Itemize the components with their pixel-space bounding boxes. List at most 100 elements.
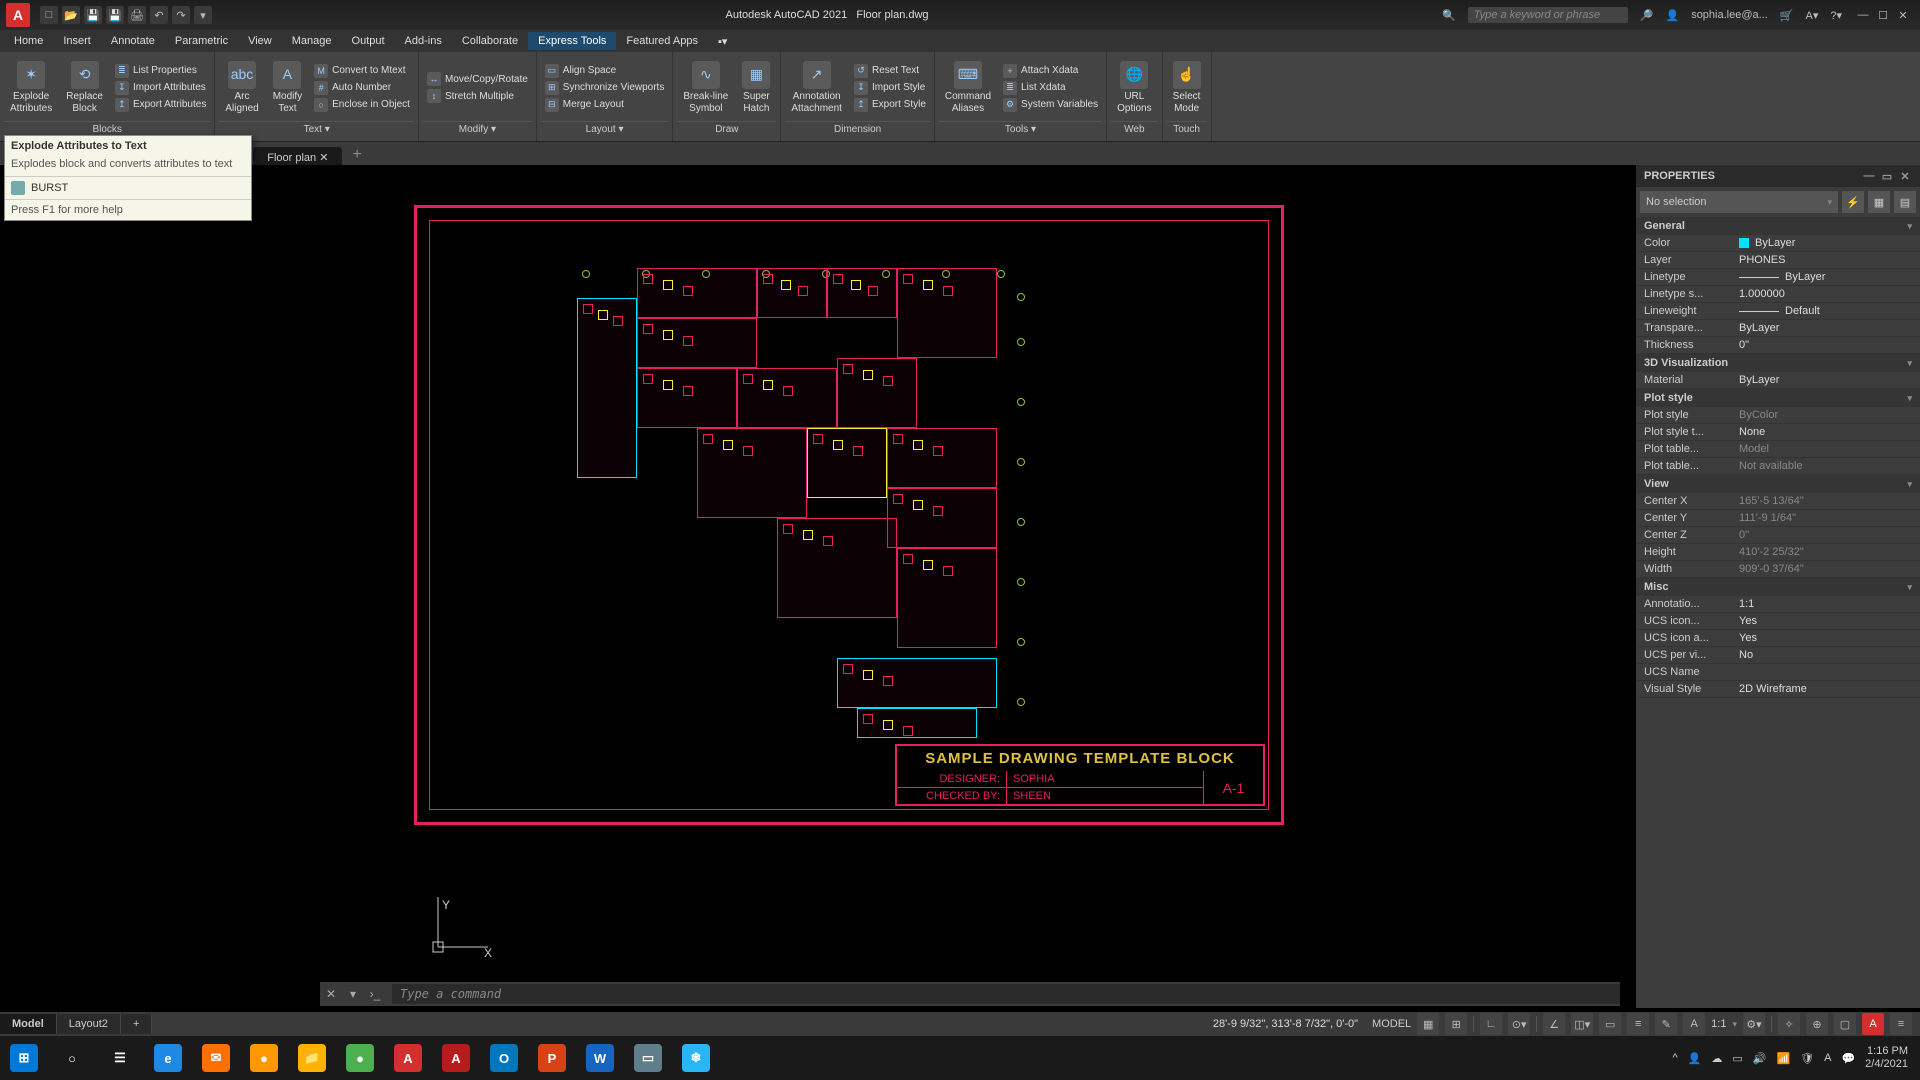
ribbon-btn-align-space[interactable]: ▭Align Space bbox=[541, 63, 669, 79]
taskbar-app-9[interactable]: A bbox=[432, 1036, 480, 1080]
properties-minimize-icon[interactable]: — bbox=[1862, 169, 1876, 183]
ribbon-btn-list-properties[interactable]: ≣List Properties bbox=[111, 63, 210, 79]
command-input[interactable]: Type a command bbox=[392, 984, 1620, 1004]
app-launcher-icon[interactable]: A▾ bbox=[1806, 9, 1819, 22]
taskbar-app-8[interactable]: A bbox=[384, 1036, 432, 1080]
ribbon-btn-modify[interactable]: AModifyText bbox=[267, 59, 308, 117]
taskbar-app-5[interactable]: ● bbox=[240, 1036, 288, 1080]
ribbon-btn-super[interactable]: ▦SuperHatch bbox=[736, 59, 776, 117]
menu-featured-apps[interactable]: Featured Apps bbox=[616, 32, 708, 50]
menu-express-tools[interactable]: Express Tools bbox=[528, 32, 616, 50]
ribbon-btn-explode[interactable]: ✶ExplodeAttributes bbox=[4, 59, 58, 117]
properties-selection-dropdown[interactable]: No selection▾ bbox=[1640, 191, 1838, 213]
prop-row-ucs-icon-a-[interactable]: UCS icon a...Yes bbox=[1636, 630, 1920, 647]
status-anno-icon[interactable]: ✎ bbox=[1655, 1013, 1677, 1035]
prop-row-plot-style-t-[interactable]: Plot style t...None bbox=[1636, 424, 1920, 441]
tray-lang-icon[interactable]: A bbox=[1824, 1052, 1831, 1064]
taskbar-app-7[interactable]: ● bbox=[336, 1036, 384, 1080]
ribbon-btn-list-xdata[interactable]: ≣List Xdata bbox=[999, 80, 1102, 96]
menu-dropdown-icon[interactable]: ▪▾ bbox=[708, 32, 737, 51]
prop-group-general[interactable]: General▾ bbox=[1636, 217, 1920, 235]
ribbon-btn-annotation[interactable]: ↗AnnotationAttachment bbox=[785, 59, 848, 117]
ribbon-btn-arc[interactable]: abcArcAligned bbox=[219, 59, 264, 117]
status-osnap-icon[interactable]: ∠ bbox=[1543, 1013, 1565, 1035]
qat-save-icon[interactable]: 💾 bbox=[84, 6, 102, 24]
command-recent-icon[interactable]: ▾ bbox=[342, 983, 364, 1005]
qat-saveas-icon[interactable]: 💾 bbox=[106, 6, 124, 24]
tray-battery-icon[interactable]: ▭ bbox=[1732, 1052, 1742, 1065]
tray-wifi-icon[interactable]: 📶 bbox=[1776, 1052, 1790, 1065]
ribbon-btn-stretch-multiple[interactable]: ↕Stretch Multiple bbox=[423, 88, 532, 104]
prop-row-center-z[interactable]: Center Z0" bbox=[1636, 527, 1920, 544]
prop-row-center-y[interactable]: Center Y111'-9 1/64" bbox=[1636, 510, 1920, 527]
status-menu-icon[interactable]: ≡ bbox=[1890, 1013, 1912, 1035]
taskbar-app-0[interactable]: ⊞ bbox=[0, 1036, 48, 1080]
qat-open-icon[interactable]: 📂 bbox=[62, 6, 80, 24]
properties-close-icon[interactable]: ✕ bbox=[1898, 169, 1912, 183]
ribbon-btn-attach-xdata[interactable]: +Attach Xdata bbox=[999, 63, 1102, 79]
status-scale[interactable]: 1:1 bbox=[1711, 1018, 1726, 1030]
drawing-canvas[interactable]: SAMPLE DRAWING TEMPLATE BLOCK DESIGNER: … bbox=[234, 165, 1632, 1008]
prop-row-plot-table-[interactable]: Plot table...Not available bbox=[1636, 458, 1920, 475]
prop-row-layer[interactable]: LayerPHONES bbox=[1636, 252, 1920, 269]
status-clean-icon[interactable]: ▢ bbox=[1834, 1013, 1856, 1035]
prop-row-visual-style[interactable]: Visual Style2D Wireframe bbox=[1636, 681, 1920, 698]
properties-quickselect-icon[interactable]: ⚡ bbox=[1842, 191, 1864, 213]
ribbon-btn-merge-layout[interactable]: ⊟Merge Layout bbox=[541, 97, 669, 113]
prop-row-ucs-name[interactable]: UCS Name bbox=[1636, 664, 1920, 681]
ribbon-btn-command[interactable]: ⌨CommandAliases bbox=[939, 59, 997, 117]
help-icon[interactable]: ?▾ bbox=[1830, 9, 1842, 22]
menu-annotate[interactable]: Annotate bbox=[101, 32, 165, 50]
qat-undo-icon[interactable]: ↶ bbox=[150, 6, 168, 24]
ribbon-btn-system-variables[interactable]: ⚙System Variables bbox=[999, 97, 1102, 113]
ribbon-btn-move-copy-rotate[interactable]: ↔Move/Copy/Rotate bbox=[423, 71, 532, 87]
status-otrack-icon[interactable]: ◫▾ bbox=[1571, 1013, 1593, 1035]
search-icon[interactable]: 🔍 bbox=[1442, 9, 1456, 22]
command-close-icon[interactable]: ✕ bbox=[320, 983, 342, 1005]
ribbon-btn-synchronize-viewports[interactable]: ⊞Synchronize Viewports bbox=[541, 80, 669, 96]
prop-row-plot-table-[interactable]: Plot table...Model bbox=[1636, 441, 1920, 458]
prop-group-3d-visualization[interactable]: 3D Visualization▾ bbox=[1636, 354, 1920, 372]
qat-new-icon[interactable]: □ bbox=[40, 6, 58, 24]
status-grid-icon[interactable]: ▦ bbox=[1417, 1013, 1439, 1035]
status-hardware-icon[interactable]: ⊕ bbox=[1806, 1013, 1828, 1035]
status-autoscale-icon[interactable]: A bbox=[1683, 1013, 1705, 1035]
tray-people-icon[interactable]: 👤 bbox=[1688, 1052, 1702, 1065]
status-dyn-icon[interactable]: ▭ bbox=[1599, 1013, 1621, 1035]
search-go-icon[interactable]: 🔎 bbox=[1640, 9, 1654, 22]
tray-onedrive-icon[interactable]: ☁ bbox=[1711, 1052, 1722, 1065]
ribbon-btn-export-style[interactable]: ↥Export Style bbox=[850, 97, 930, 113]
menu-collaborate[interactable]: Collaborate bbox=[452, 32, 528, 50]
taskbar-app-3[interactable]: e bbox=[144, 1036, 192, 1080]
prop-row-ucs-icon-[interactable]: UCS icon...Yes bbox=[1636, 613, 1920, 630]
properties-pickpit-icon[interactable]: ▤ bbox=[1894, 191, 1916, 213]
tray-security-icon[interactable]: 🛡 bbox=[1800, 1052, 1814, 1065]
prop-row-transpare-[interactable]: Transpare...ByLayer bbox=[1636, 320, 1920, 337]
add-layout-tab[interactable]: + bbox=[121, 1014, 152, 1034]
status-ortho-icon[interactable]: ∟ bbox=[1480, 1013, 1502, 1035]
ribbon-btn-export-attributes[interactable]: ↥Export Attributes bbox=[111, 97, 210, 113]
tray-up-icon[interactable]: ^ bbox=[1672, 1052, 1677, 1064]
status-gear-icon[interactable]: ⚙▾ bbox=[1743, 1013, 1765, 1035]
close-button[interactable]: ✕ bbox=[1894, 7, 1912, 23]
layout-tab-layout2[interactable]: Layout2 bbox=[57, 1014, 121, 1034]
qat-redo-icon[interactable]: ↷ bbox=[172, 6, 190, 24]
menu-view[interactable]: View bbox=[238, 32, 282, 50]
status-custom-icon[interactable]: A bbox=[1862, 1013, 1884, 1035]
tray-notif-icon[interactable]: 💬 bbox=[1841, 1052, 1855, 1065]
search-input[interactable]: Type a keyword or phrase bbox=[1468, 7, 1628, 23]
status-lwt-icon[interactable]: ≡ bbox=[1627, 1013, 1649, 1035]
ribbon-btn-convert-to-mtext[interactable]: MConvert to Mtext bbox=[310, 63, 414, 79]
ribbon-btn-import-style[interactable]: ↧Import Style bbox=[850, 80, 930, 96]
prop-group-plot-style[interactable]: Plot style▾ bbox=[1636, 389, 1920, 407]
prop-row-thickness[interactable]: Thickness0" bbox=[1636, 337, 1920, 354]
ribbon-btn-select[interactable]: ☝SelectMode bbox=[1167, 59, 1207, 117]
taskbar-app-12[interactable]: W bbox=[576, 1036, 624, 1080]
layout-tab-model[interactable]: Model bbox=[0, 1014, 57, 1034]
menu-manage[interactable]: Manage bbox=[282, 32, 342, 50]
ribbon-btn-replace[interactable]: ⟲ReplaceBlock bbox=[60, 59, 109, 117]
prop-row-plot-style[interactable]: Plot styleByColor bbox=[1636, 407, 1920, 424]
cart-icon[interactable]: 🛒 bbox=[1780, 9, 1794, 22]
prop-row-lineweight[interactable]: LineweightDefault bbox=[1636, 303, 1920, 320]
taskbar-app-11[interactable]: P bbox=[528, 1036, 576, 1080]
